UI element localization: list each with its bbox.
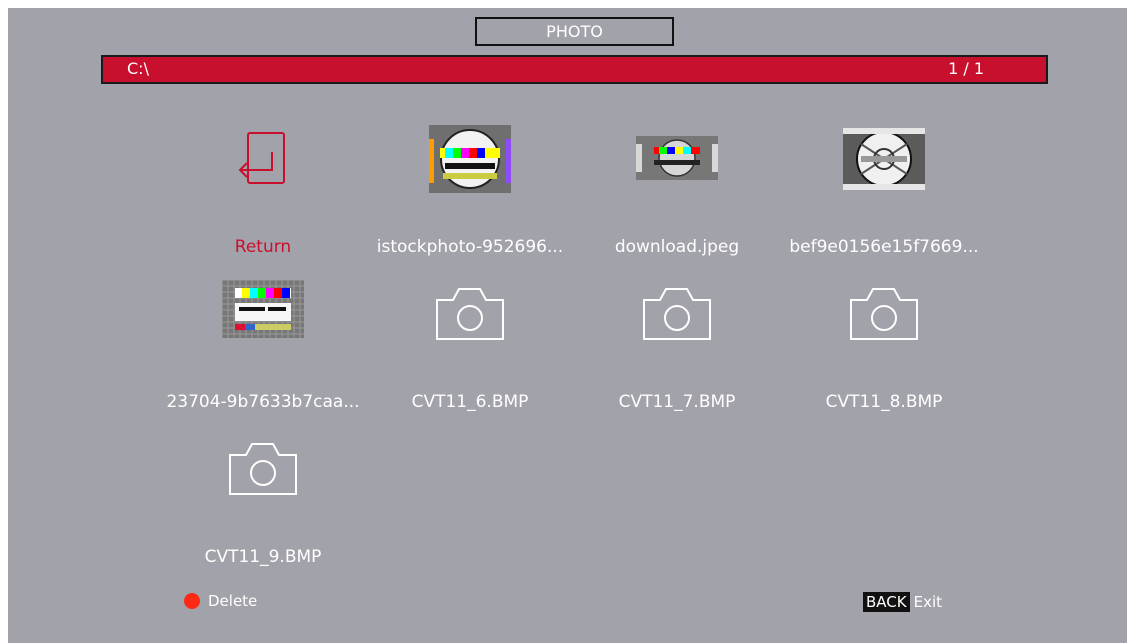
- file-item-23704[interactable]: 23704-9b7633b7caa...: [163, 280, 363, 420]
- file-label-cvt11-7: CVT11_7.BMP: [618, 392, 736, 412]
- delete-label: Delete: [208, 592, 258, 610]
- path-bar: C:\ 1 / 1: [101, 55, 1048, 84]
- return-item[interactable]: Return: [163, 125, 363, 265]
- back-key-icon: BACK: [863, 592, 910, 612]
- file-label-cvt11-9: CVT11_9.BMP: [204, 547, 322, 567]
- file-item-cvt11-9[interactable]: CVT11_9.BMP: [163, 435, 363, 575]
- file-label-cvt11-6: CVT11_6.BMP: [411, 392, 529, 412]
- file-label-cvt11-8: CVT11_8.BMP: [825, 392, 943, 412]
- camera-icon: [436, 288, 504, 340]
- exit-hint: BACK Exit: [863, 592, 942, 612]
- page-title: PHOTO: [475, 17, 674, 46]
- file-item-download[interactable]: download.jpeg: [577, 125, 777, 265]
- return-label: Return: [234, 237, 292, 257]
- file-item-bef9e[interactable]: bef9e0156e15f7669...: [784, 125, 984, 265]
- test-pattern-thumbnail: [429, 125, 511, 193]
- file-item-istockphoto[interactable]: istockphoto-952696...: [370, 125, 570, 265]
- file-item-cvt11-7[interactable]: CVT11_7.BMP: [577, 280, 777, 420]
- test-pattern-thumbnail: [222, 280, 304, 338]
- camera-icon: [229, 443, 297, 495]
- camera-icon: [643, 288, 711, 340]
- exit-label: Exit: [913, 593, 943, 611]
- photo-browser-screen: PHOTO C:\ 1 / 1 Return istockphoto-95269…: [8, 8, 1127, 643]
- delete-dot-icon: [184, 593, 200, 609]
- file-label-istockphoto: istockphoto-952696...: [376, 237, 564, 257]
- return-icon: [238, 132, 285, 184]
- file-label-download: download.jpeg: [614, 237, 740, 257]
- file-label-23704: 23704-9b7633b7caa...: [166, 392, 360, 412]
- file-item-cvt11-8[interactable]: CVT11_8.BMP: [784, 280, 984, 420]
- file-item-cvt11-6[interactable]: CVT11_6.BMP: [370, 280, 570, 420]
- camera-icon: [850, 288, 918, 340]
- delete-hint: Delete: [184, 592, 257, 610]
- file-label-bef9e: bef9e0156e15f7669...: [789, 237, 979, 257]
- test-pattern-thumbnail: [636, 136, 718, 180]
- test-pattern-thumbnail: [843, 128, 925, 190]
- page-indicator: 1 / 1: [948, 59, 984, 78]
- current-path: C:\: [127, 59, 149, 78]
